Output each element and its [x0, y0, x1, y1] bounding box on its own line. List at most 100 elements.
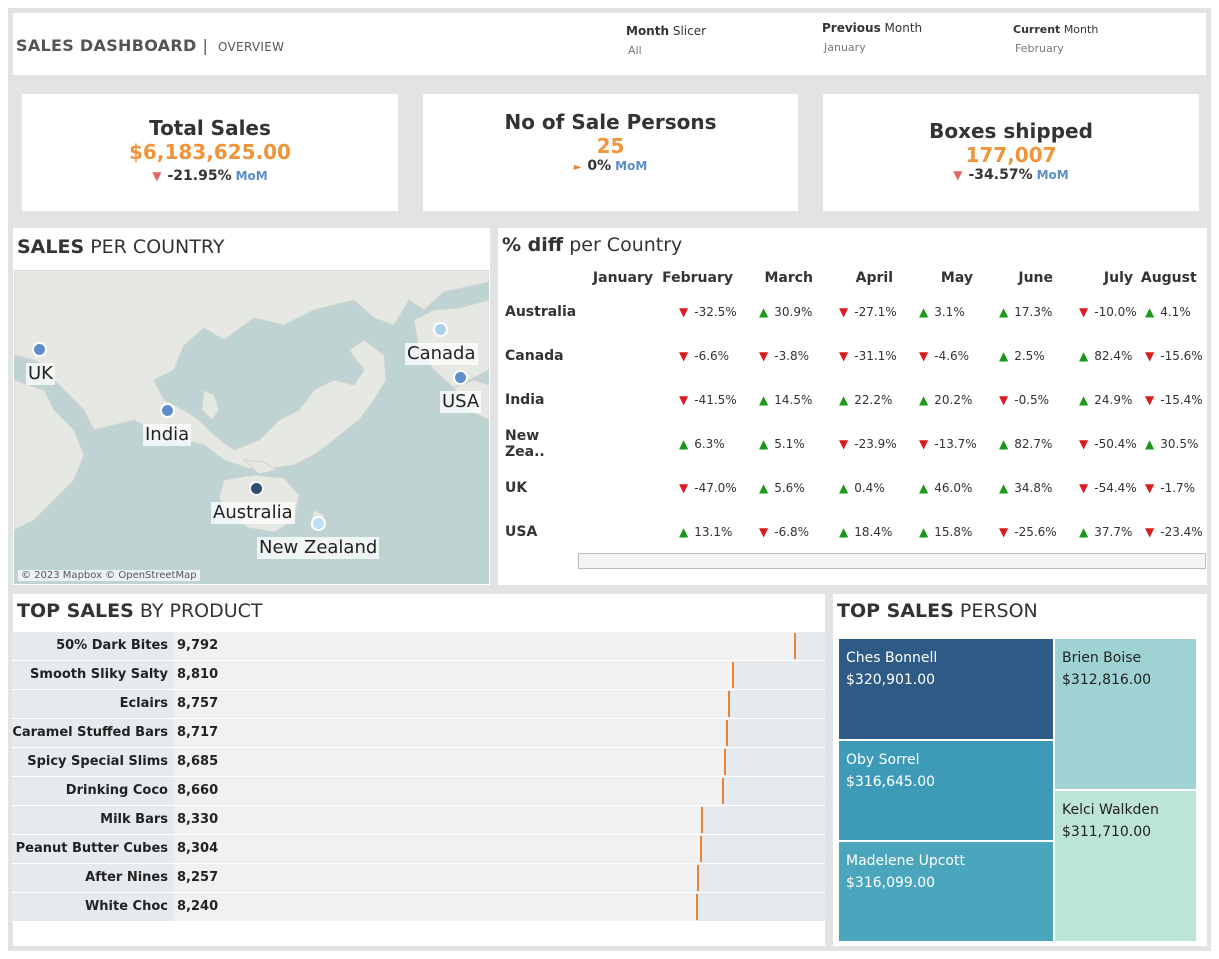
- down-triangle-icon: ▼: [679, 393, 689, 407]
- diff-cell: ▼ -27.1%: [819, 290, 899, 334]
- product-bar[interactable]: [174, 690, 728, 718]
- person-name: Madelene Upcott: [846, 853, 965, 869]
- diff-cell: [579, 466, 659, 510]
- product-bar-row[interactable]: Eclairs 8,757: [12, 690, 825, 719]
- diff-row: India ▼ -41.5% ▲ 14.5% ▲ 22.2% ▲ 20.2% ▼ -0.5% ▲ 24.…: [499, 378, 1203, 422]
- title-separator: |: [202, 36, 209, 55]
- sales-person-tile[interactable]: Oby Sorrel $316,645.00: [838, 740, 1054, 841]
- product-name: Caramel Stuffed Bars: [12, 725, 168, 740]
- diff-cell: ▼ -23.9%: [819, 422, 899, 466]
- person-name: Ches Bonnell: [846, 650, 938, 666]
- up-triangle-icon: ▲: [759, 305, 769, 319]
- diff-cell: ▲ 82.7%: [979, 422, 1059, 466]
- diff-table: January February March April May June Ju…: [499, 266, 1203, 554]
- product-bar-row[interactable]: Caramel Stuffed Bars 8,717: [12, 719, 825, 748]
- diff-cell: ▲ 0.4%: [819, 466, 899, 510]
- diff-value: -4.6%: [934, 349, 970, 363]
- product-name: Peanut Butter Cubes: [15, 841, 168, 856]
- up-triangle-icon: ▲: [919, 305, 929, 319]
- diff-cell: ▲ 22.2%: [819, 378, 899, 422]
- product-name: White Choc: [84, 899, 168, 914]
- product-name: 50% Dark Bites: [56, 638, 168, 653]
- product-bar[interactable]: [174, 835, 700, 863]
- month-header: August: [1140, 270, 1197, 286]
- uk-marker[interactable]: [32, 342, 47, 357]
- product-bar[interactable]: [174, 719, 726, 747]
- product-value: 8,757: [177, 696, 219, 711]
- product-value: 9,792: [177, 638, 219, 653]
- down-triangle-icon: ▼: [999, 525, 1009, 539]
- person-name: Kelci Walkden: [1062, 802, 1159, 818]
- product-bar-row[interactable]: Smooth Sliky Salty 8,810: [12, 661, 825, 690]
- up-triangle-icon: ▲: [1079, 393, 1089, 407]
- up-triangle-icon: ▲: [679, 525, 689, 539]
- product-bar-chart: 50% Dark Bites 9,792 Smooth Sliky Salty 8,8…: [12, 632, 825, 922]
- product-bar-row[interactable]: 50% Dark Bites 9,792: [12, 632, 825, 661]
- australia-marker[interactable]: [249, 481, 264, 496]
- current-month-slicer[interactable]: Current Month February: [1013, 23, 1098, 55]
- diff-value: -15.6%: [1160, 349, 1203, 363]
- diff-cell: [579, 422, 659, 466]
- product-bar[interactable]: [174, 748, 724, 776]
- up-triangle-icon: ▲: [1079, 349, 1089, 363]
- up-triangle-icon: ▲: [759, 437, 769, 451]
- sales-person-tile[interactable]: Brien Boise $312,816.00: [1054, 638, 1197, 790]
- map-title-rest: PER COUNTRY: [90, 236, 225, 258]
- diff-cell: ▼ -15.4%: [1139, 378, 1203, 422]
- kpi-title: No of Sale Persons: [504, 110, 717, 134]
- sales-person-tile[interactable]: Ches Bonnell $320,901.00: [838, 638, 1054, 740]
- product-name: Smooth Sliky Salty: [30, 667, 168, 682]
- diff-cell: ▼ -6.8%: [739, 510, 819, 554]
- product-bar-marker: [697, 865, 699, 891]
- product-bar-row[interactable]: After Nines 8,257: [12, 864, 825, 893]
- slicer-value[interactable]: January: [824, 41, 922, 54]
- up-triangle-icon: ▲: [1079, 525, 1089, 539]
- product-bar-row[interactable]: Peanut Butter Cubes 8,304: [12, 835, 825, 864]
- up-triangle-icon: ▲: [839, 481, 849, 495]
- person-sales: $311,710.00: [1062, 824, 1152, 840]
- product-bar[interactable]: [174, 893, 696, 921]
- dashboard-title: SALES DASHBOARD | OVERVIEW: [16, 36, 284, 55]
- canada-marker[interactable]: [433, 322, 448, 337]
- product-bar-row[interactable]: White Choc 8,240: [12, 893, 825, 922]
- person-name: Brien Boise: [1062, 650, 1142, 666]
- slicer-value[interactable]: All: [628, 44, 706, 57]
- product-bar-marker: [726, 720, 728, 746]
- product-value: 8,304: [177, 841, 219, 856]
- slicer-value[interactable]: February: [1015, 42, 1098, 55]
- product-bar[interactable]: [174, 777, 722, 805]
- canada-label: Canada: [405, 343, 478, 365]
- diff-value: -47.0%: [694, 481, 737, 495]
- diff-cell: ▼ -6.6%: [659, 334, 739, 378]
- product-bar[interactable]: [174, 661, 732, 689]
- previous-month-slicer[interactable]: Previous Month January: [822, 21, 922, 54]
- diff-cell: ▼ -4.6%: [899, 334, 979, 378]
- map-attribution[interactable]: © 2023 Mapbox © OpenStreetMap: [18, 570, 200, 581]
- diff-value: -32.5%: [694, 305, 737, 319]
- new-zealand-marker[interactable]: [311, 516, 326, 531]
- sales-person-tile[interactable]: Madelene Upcott $316,099.00: [838, 841, 1054, 942]
- month-slicer[interactable]: Month Slicer All: [626, 24, 706, 57]
- product-bar-row[interactable]: Milk Bars 8,330: [12, 806, 825, 835]
- product-value: 8,685: [177, 754, 219, 769]
- product-bar-row[interactable]: Spicy Special Slims 8,685: [12, 748, 825, 777]
- usa-label: USA: [440, 391, 482, 413]
- diff-value: -50.4%: [1094, 437, 1137, 451]
- product-bar[interactable]: [174, 864, 697, 892]
- product-bar[interactable]: [174, 806, 701, 834]
- kpi-pct: 0%: [587, 158, 612, 174]
- product-bar[interactable]: [174, 632, 794, 660]
- country-label: Australia: [505, 304, 577, 320]
- india-marker[interactable]: [160, 403, 175, 418]
- map-title: SALES PER COUNTRY: [17, 236, 224, 258]
- sales-person-tile[interactable]: Kelci Walkden $311,710.00: [1054, 790, 1197, 942]
- horizontal-scrollbar[interactable]: [578, 553, 1206, 569]
- world-map[interactable]: UK Canada USA India Australia New Zealan…: [14, 270, 489, 584]
- slicer-label: Month: [1063, 23, 1099, 36]
- product-bar-row[interactable]: Drinking Coco 8,660: [12, 777, 825, 806]
- down-triangle-icon: ▼: [839, 349, 849, 363]
- diff-value: -13.7%: [934, 437, 977, 451]
- diff-cell: ▲ 30.9%: [739, 290, 819, 334]
- kpi-title: Total Sales: [149, 116, 271, 140]
- usa-marker[interactable]: [453, 370, 468, 385]
